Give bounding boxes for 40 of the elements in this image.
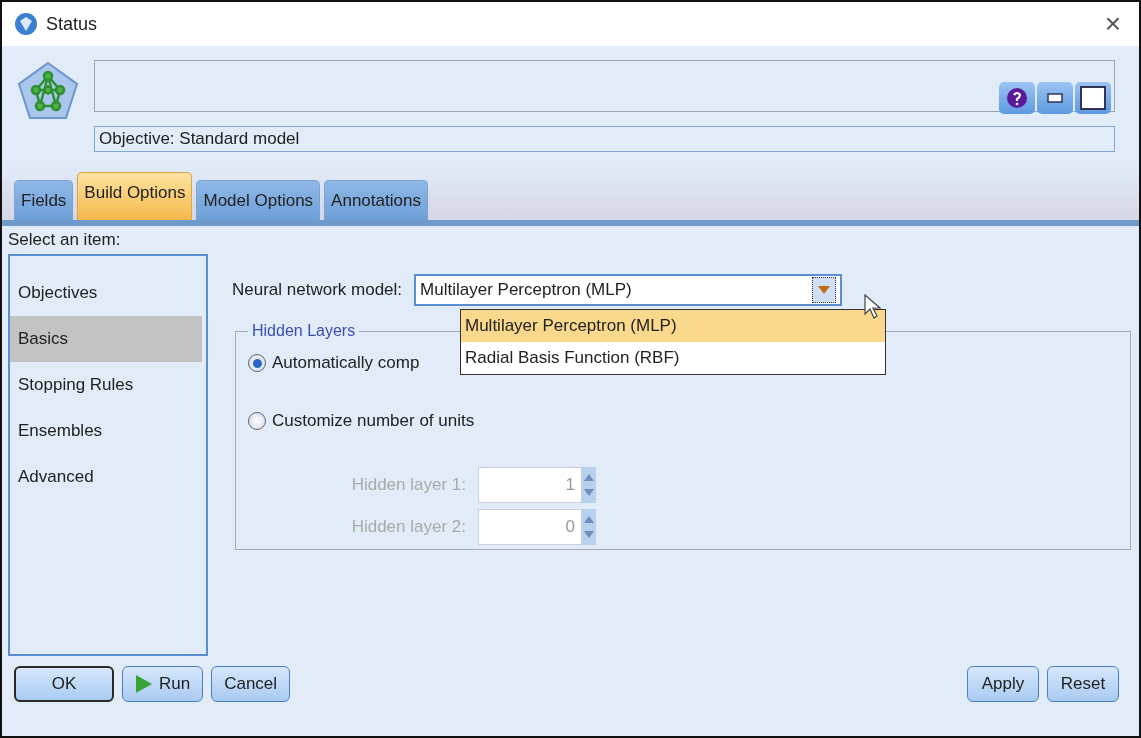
help-button[interactable] bbox=[999, 82, 1035, 114]
radio-label[interactable]: Customize number of units bbox=[272, 411, 475, 431]
list-item[interactable]: Basics bbox=[10, 316, 202, 362]
node-name-field[interactable] bbox=[94, 60, 1115, 112]
group-title: Hidden Layers bbox=[251, 322, 357, 340]
caret-icon bbox=[817, 285, 832, 295]
dropdown-option[interactable]: Radial Basis Function (RBF) bbox=[461, 342, 885, 374]
dropdown-value: Multilayer Perceptron (MLP) bbox=[420, 280, 632, 300]
spinner-label: Hidden layer 2: bbox=[350, 517, 466, 537]
tab[interactable]: Annotations bbox=[324, 180, 428, 220]
tab[interactable]: Fields bbox=[14, 180, 74, 220]
dialog-button[interactable]: Cancel bbox=[211, 666, 291, 702]
field-label: Neural network model: bbox=[232, 280, 403, 300]
objective-field: Objective: Standard model bbox=[94, 126, 1115, 152]
tab[interactable]: Model Options bbox=[196, 180, 321, 220]
dialog-button[interactable]: Reset bbox=[1047, 666, 1119, 702]
maximize-icon bbox=[1080, 86, 1106, 110]
close-icon[interactable]: × bbox=[1104, 8, 1127, 40]
list-item[interactable]: Objectives bbox=[10, 270, 202, 316]
minimize-icon bbox=[1047, 93, 1063, 103]
run-button[interactable]: Run bbox=[122, 666, 204, 702]
spinner-label: Hidden layer 1: bbox=[350, 475, 466, 495]
dialog-button[interactable]: OK bbox=[14, 666, 114, 702]
model-dropdown[interactable]: Multilayer Perceptron (MLP) bbox=[414, 274, 843, 306]
radio-button[interactable] bbox=[248, 412, 266, 430]
maximize-button[interactable] bbox=[1075, 82, 1111, 114]
list-item[interactable]: Advanced bbox=[10, 454, 202, 500]
minimize-button[interactable] bbox=[1037, 82, 1073, 114]
app-icon bbox=[14, 12, 38, 36]
play-icon bbox=[135, 674, 153, 694]
list-label: Select an item: bbox=[8, 229, 122, 251]
help-icon bbox=[1006, 87, 1028, 109]
list-item[interactable]: Ensembles bbox=[10, 408, 202, 454]
window-title: Status bbox=[46, 13, 99, 35]
list-item[interactable]: Stopping Rules bbox=[10, 362, 202, 408]
radio-button[interactable] bbox=[248, 354, 266, 372]
tab[interactable]: Build Options bbox=[77, 172, 193, 220]
radio-label[interactable]: Automatically comp bbox=[272, 353, 420, 373]
dropdown-option[interactable]: Multilayer Perceptron (MLP) bbox=[461, 310, 885, 342]
dialog-button[interactable]: Apply bbox=[967, 666, 1039, 702]
